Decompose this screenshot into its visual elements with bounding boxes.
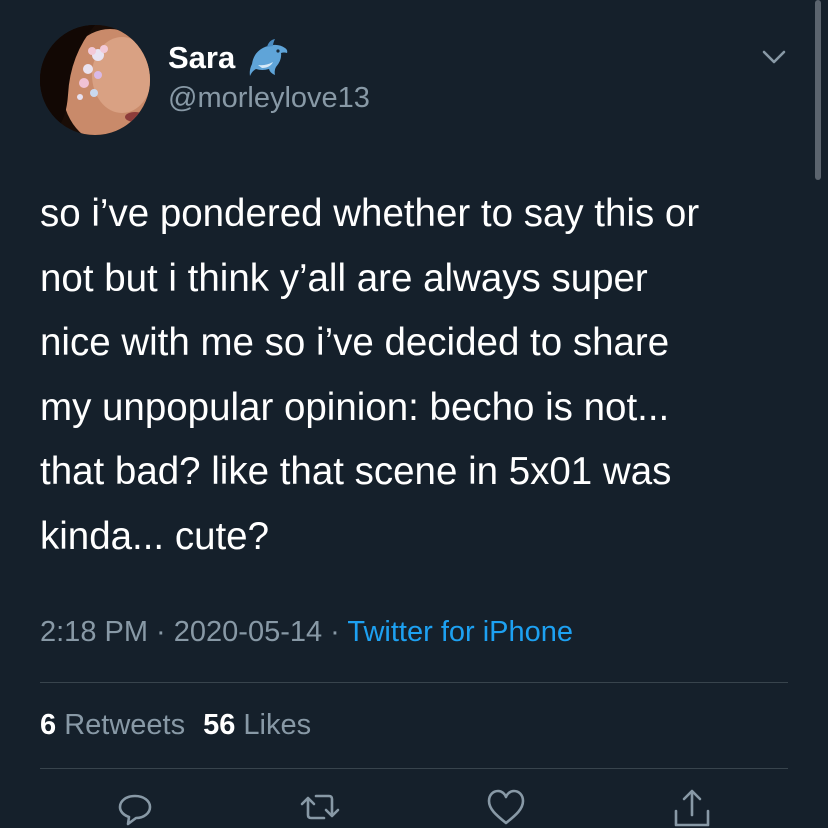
- meta-separator: ·: [148, 616, 174, 648]
- tweet-text-line: that bad? like that scene in 5x01 was: [40, 450, 672, 493]
- reply-icon: [118, 794, 152, 826]
- likes-count: 56: [203, 709, 236, 741]
- likes-label: Likes: [243, 709, 312, 741]
- share-icon: [674, 789, 710, 827]
- dolphin-icon: [248, 38, 290, 78]
- tweet-source-link[interactable]: Twitter for iPhone: [347, 616, 573, 648]
- retweets-stat[interactable]: 6 Retweets: [40, 709, 185, 741]
- tweet-text-line: my unpopular opinion: becho is not...: [40, 385, 670, 429]
- tweet-text-line: kinda... cute?: [40, 514, 270, 558]
- tweet-text-line: nice with me so i’ve decided to share: [40, 321, 670, 364]
- avatar-image: [40, 25, 150, 135]
- reply-button[interactable]: [113, 785, 157, 828]
- likes-stat[interactable]: 56 Likes: [203, 709, 311, 741]
- retweets-count: 6: [40, 709, 57, 741]
- retweets-label: Retweets: [64, 709, 186, 741]
- tweet-date: 2020-05-14: [173, 616, 323, 648]
- tweet-text-line: not but i think y’all are always super: [40, 256, 648, 300]
- engagement-stats: 6 Retweets 56 Likes: [40, 705, 311, 745]
- user-handle[interactable]: @morleylove13: [168, 80, 370, 116]
- tweet-detail: Sara @morleylove13 so i’ve pondered whet…: [0, 0, 828, 828]
- meta-separator: ·: [322, 616, 348, 648]
- tweet-time: 2:18 PM: [40, 616, 148, 648]
- share-button[interactable]: [670, 785, 714, 828]
- display-name[interactable]: Sara: [168, 38, 235, 78]
- divider: [40, 682, 788, 683]
- tweet-metadata: 2:18 PM · 2020-05-14 · Twitter for iPhon…: [40, 612, 573, 652]
- heart-icon: [487, 789, 525, 825]
- retweet-button[interactable]: [298, 785, 342, 828]
- divider: [40, 768, 788, 769]
- chevron-down-icon[interactable]: [756, 42, 792, 72]
- scrollbar[interactable]: [815, 0, 821, 180]
- avatar[interactable]: [40, 25, 150, 135]
- tweet-text-line: so i’ve pondered whether to say this or: [40, 192, 700, 235]
- like-button[interactable]: [484, 785, 528, 828]
- tweet-text: so i’ve pondered whether to say this or …: [40, 182, 810, 569]
- retweet-icon: [300, 794, 340, 820]
